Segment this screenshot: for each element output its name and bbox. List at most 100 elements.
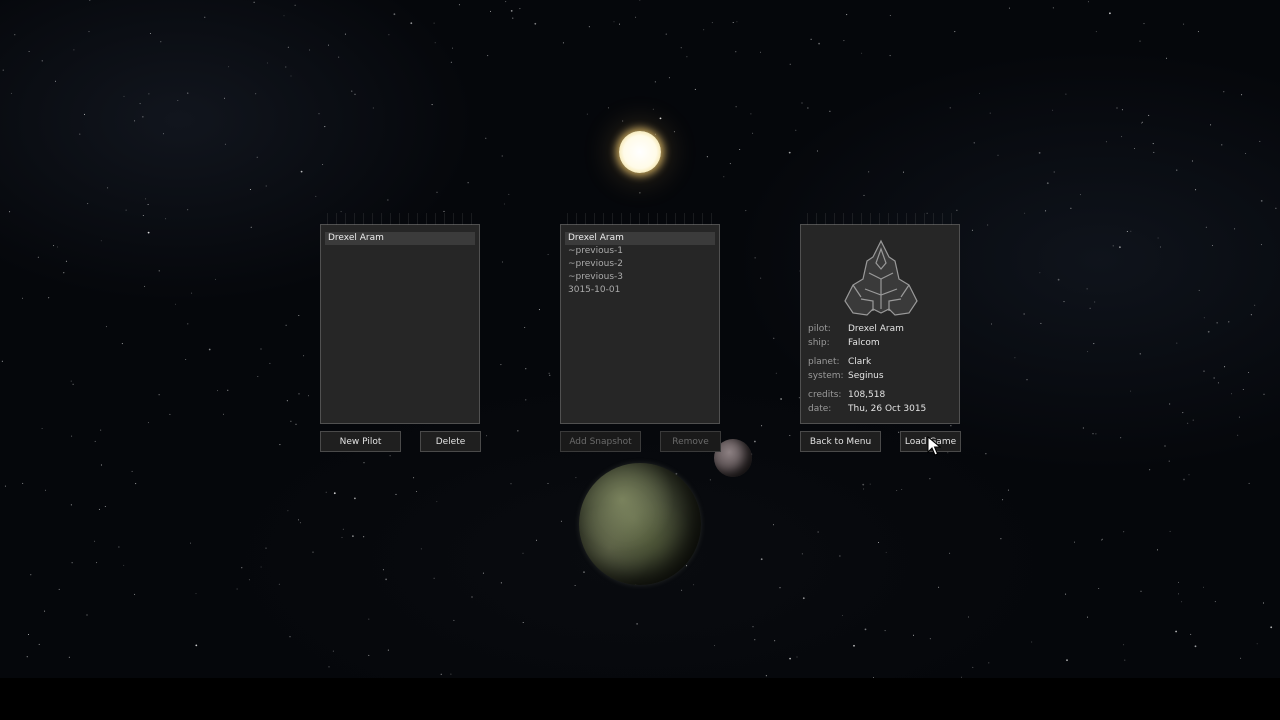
star (773, 337, 775, 339)
star (760, 558, 763, 561)
star (1140, 590, 1142, 592)
remove-snapshot-button[interactable]: Remove (660, 431, 721, 452)
snapshot-list-item[interactable]: ~previous-3 (565, 271, 715, 284)
star (1198, 289, 1200, 291)
star (997, 154, 999, 156)
star (1250, 314, 1252, 316)
star (382, 569, 384, 571)
star (1007, 489, 1009, 491)
star (224, 97, 225, 99)
star (885, 551, 887, 553)
planet-label: planet: (808, 357, 840, 367)
star (1205, 226, 1207, 228)
star (87, 203, 89, 205)
star (65, 260, 67, 262)
star (775, 372, 777, 374)
star (1134, 148, 1135, 149)
star (884, 630, 886, 632)
star (298, 393, 300, 395)
star (1101, 538, 1103, 540)
star (287, 46, 289, 48)
star (1194, 645, 1197, 648)
ship-label: ship: (808, 337, 830, 348)
star (453, 619, 455, 621)
star (318, 113, 320, 115)
back-to-menu-button[interactable]: Back to Menu (800, 431, 881, 452)
star (853, 644, 855, 647)
star (1087, 351, 1089, 353)
snapshot-list-item[interactable]: 3015-10-01 (565, 284, 715, 297)
planet (579, 463, 701, 585)
star (971, 229, 973, 231)
star (187, 209, 189, 211)
star (160, 41, 162, 43)
star (752, 626, 754, 628)
star (1121, 136, 1123, 138)
star (26, 656, 28, 658)
star (96, 562, 98, 564)
star (1148, 114, 1150, 116)
star (482, 572, 484, 574)
pilot-list-item[interactable]: Drexel Aram (325, 232, 475, 245)
star (385, 578, 387, 581)
star (864, 628, 867, 631)
snapshot-list-item[interactable]: Drexel Aram (565, 232, 715, 245)
star (328, 44, 329, 46)
star (187, 92, 189, 94)
star (807, 107, 809, 109)
star (158, 394, 160, 396)
snapshot-list-item[interactable]: ~previous-1 (565, 245, 715, 258)
star (522, 622, 524, 623)
star (285, 66, 287, 68)
star (131, 470, 133, 472)
star (1240, 657, 1242, 659)
star (57, 246, 58, 248)
star (1245, 153, 1247, 154)
star (760, 277, 762, 279)
star (1176, 342, 1178, 344)
star (89, 0, 91, 1)
star (654, 81, 656, 83)
snapshot-list-item[interactable]: ~previous-2 (565, 258, 715, 271)
star (839, 555, 841, 557)
star (1139, 40, 1141, 42)
star (973, 142, 975, 144)
star (290, 75, 292, 77)
star (979, 92, 980, 94)
star (228, 66, 230, 68)
star (988, 662, 990, 664)
star (265, 185, 267, 187)
star (71, 562, 73, 564)
star (504, 203, 505, 205)
star (467, 182, 469, 184)
star (1214, 601, 1216, 603)
star (294, 4, 296, 6)
star (588, 26, 590, 28)
star (505, 1, 507, 3)
star (846, 14, 848, 16)
delete-pilot-button[interactable]: Delete (420, 431, 481, 452)
planet-value: Clark (848, 357, 872, 367)
star (224, 143, 226, 145)
star (1093, 343, 1095, 345)
star (2, 69, 4, 71)
star (789, 657, 791, 660)
add-snapshot-button[interactable]: Add Snapshot (560, 431, 641, 452)
new-pilot-button[interactable]: New Pilot (320, 431, 401, 452)
star (147, 204, 149, 205)
star (344, 33, 346, 35)
star (22, 297, 23, 299)
star (680, 47, 682, 49)
star (547, 254, 549, 255)
star (508, 193, 510, 195)
star (510, 483, 512, 485)
star (341, 537, 343, 538)
star (686, 565, 688, 567)
star (1248, 372, 1250, 373)
star (71, 435, 73, 437)
star (863, 488, 865, 490)
system-value: Seginus (848, 370, 884, 381)
star (53, 245, 55, 247)
star (420, 548, 422, 550)
star (500, 582, 502, 584)
